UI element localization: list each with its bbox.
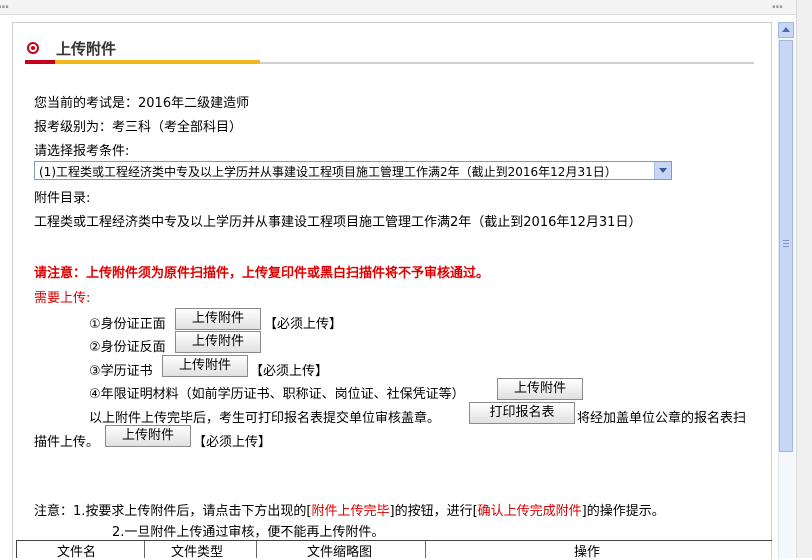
page: … … 上传附件 您当前的考试是：2016年二级建造师 报考级别为：考三科（考全… bbox=[0, 0, 812, 560]
note-link-upload-done: 附件上传完毕 bbox=[311, 504, 390, 519]
page-title: 上传附件 bbox=[56, 40, 117, 58]
item-id-front-required: 【必须上传】 bbox=[264, 317, 343, 332]
attach-dir-label: 附件目录: bbox=[34, 191, 91, 206]
scroll-grip-line bbox=[783, 246, 789, 247]
note-mid: ]的按钮，进行[ bbox=[389, 504, 478, 519]
note-suffix: ]的操作提示。 bbox=[581, 504, 665, 519]
item-id-front-label: ①身份证正面 bbox=[89, 317, 166, 332]
need-upload-label: 需要上传: bbox=[34, 291, 91, 306]
note-prefix: 注意：1.按要求上传附件后，请点击下方出现的[ bbox=[34, 504, 312, 519]
print-instruction: 以上附件上传完毕后，考生可打印报名表提交单位审核盖章。 bbox=[89, 411, 441, 426]
col-file-type: 文件类型 bbox=[171, 545, 224, 560]
item-diploma-label: ③学历证书 bbox=[89, 364, 153, 379]
top-strip: … … bbox=[0, 0, 812, 15]
top-right-ellipsis-icon: … bbox=[772, 0, 783, 13]
attachment-table bbox=[16, 540, 772, 558]
upload-stamped-form-button[interactable]: 上传附件 bbox=[105, 425, 191, 447]
note-link-confirm-upload: 确认上传完成附件 bbox=[477, 504, 582, 519]
stamped-form-required: 【必须上传】 bbox=[193, 435, 272, 450]
attach-dir-text: 工程类或工程经济类中专及以上学历并从事建设工程项目施工管理工作满2年（截止到20… bbox=[34, 215, 642, 230]
condition-select-value: (1)工程类或工程经济类中专及以上学历并从事建设工程项目施工管理工作满2年（截止… bbox=[39, 165, 617, 179]
level-info: 报考级别为：考三科（考全部科目） bbox=[34, 120, 243, 135]
header-underline-red bbox=[25, 60, 55, 64]
note-line-2: 2.一旦附件上传通过审核，便不能再上传附件。 bbox=[112, 525, 385, 540]
print-instruction-cont: 将经加盖单位公章的报名表扫 bbox=[577, 411, 747, 426]
select-label: 请选择报考条件: bbox=[34, 144, 130, 159]
chevron-down-icon[interactable] bbox=[654, 162, 671, 179]
scroll-grip-line bbox=[783, 243, 789, 244]
upload-id-front-button[interactable]: 上传附件 bbox=[175, 308, 261, 330]
note-line-1: 注意：1.按要求上传附件后，请点击下方出现的[附件上传完毕]的按钮，进行[确认上… bbox=[34, 500, 665, 519]
header-bullet-icon bbox=[27, 42, 39, 54]
header-underline-yellow bbox=[55, 60, 260, 64]
col-divider bbox=[256, 541, 257, 558]
outer-window-edge bbox=[796, 0, 812, 558]
scroll-grip-line bbox=[783, 240, 789, 241]
upload-id-back-button[interactable]: 上传附件 bbox=[175, 331, 261, 353]
col-actions: 操作 bbox=[574, 545, 601, 560]
item-experience-label: ④年限证明材料（如前学历证书、职称证、岗位证、社保凭证等） bbox=[89, 387, 465, 402]
col-divider bbox=[144, 541, 145, 558]
col-thumbnail: 文件缩略图 bbox=[307, 545, 373, 560]
print-instruction-line2: 描件上传。 bbox=[34, 435, 100, 450]
condition-select[interactable]: (1)工程类或工程经济类中专及以上学历并从事建设工程项目施工管理工作满2年（截止… bbox=[34, 161, 672, 180]
top-left-ellipsis-icon: … bbox=[0, 0, 9, 13]
scroll-up-arrow-icon[interactable] bbox=[778, 22, 794, 38]
col-file-name: 文件名 bbox=[57, 545, 97, 560]
item-diploma-required: 【必须上传】 bbox=[250, 364, 329, 379]
print-form-button[interactable]: 打印报名表 bbox=[469, 402, 575, 424]
exam-info: 您当前的考试是：2016年二级建造师 bbox=[34, 96, 250, 111]
header-underline-gray bbox=[260, 62, 754, 64]
upload-experience-button[interactable]: 上传附件 bbox=[497, 378, 583, 400]
upload-diploma-button[interactable]: 上传附件 bbox=[162, 355, 248, 377]
warning-text: 请注意：上传附件须为原件扫描件，上传复印件或黑白扫描件将不予审核通过。 bbox=[34, 266, 490, 281]
item-id-back-label: ②身份证反面 bbox=[89, 340, 166, 355]
col-divider bbox=[425, 541, 426, 558]
